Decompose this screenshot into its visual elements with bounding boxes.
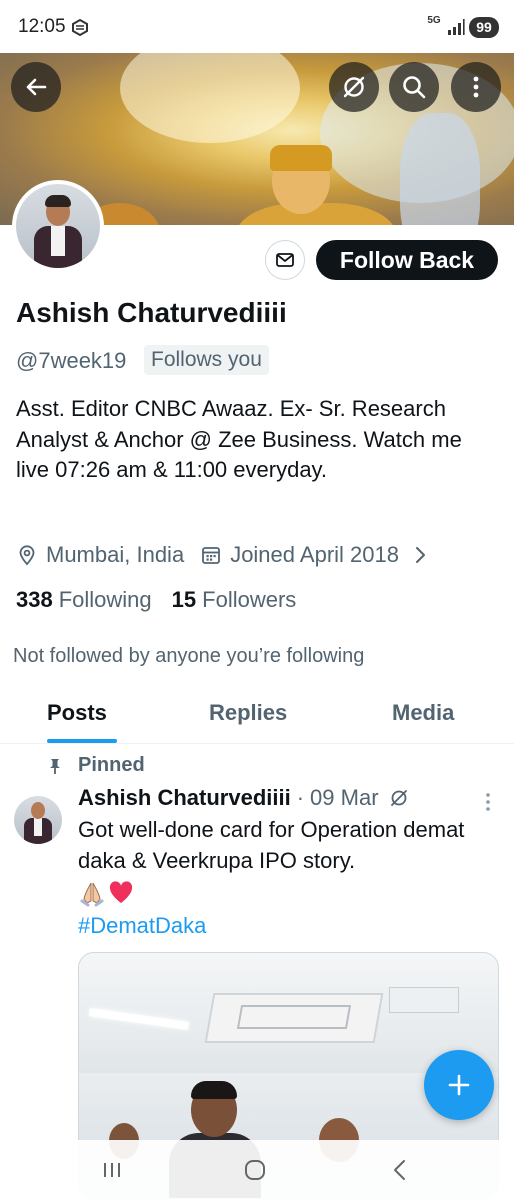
profile-avatar[interactable] [12,180,104,272]
post-hashtag[interactable]: #DematDaka [78,913,206,939]
avatar-image [16,184,100,268]
banner-art [120,53,300,143]
profile-handle: @7week19 [16,348,127,373]
tab-posts[interactable]: Posts [47,700,107,726]
profile-name: Ashish Chaturvediiii [16,297,287,328]
more-vertical-icon [473,76,479,98]
active-tab-indicator [47,739,117,743]
following-label: Following [58,587,152,612]
tab-replies[interactable]: Replies [209,700,287,726]
location-pin-icon [19,545,35,566]
search-button[interactable] [389,62,439,112]
post-separator: · [296,785,305,810]
compose-button[interactable] [424,1050,494,1120]
status-time: 12:05 [18,16,66,37]
pin-icon [50,758,60,774]
eye-off-icon [390,790,407,806]
profile-bio: Asst. Editor CNBC Awaaz. Ex- Sr. Researc… [16,396,462,482]
follow-back-button[interactable]: Follow Back [316,240,498,280]
post-emojis [78,879,134,907]
plus-icon [448,1074,470,1096]
chevron-right-icon[interactable] [409,544,431,566]
tab-media[interactable]: Media [392,700,454,726]
app-notification-icon [72,18,88,37]
following-count: 338 [16,587,53,612]
network-type: 5G [427,15,441,26]
post-date[interactable]: 09 Mar [310,785,378,811]
following-link[interactable]: 338 Following [16,587,152,613]
profile-tabs: Posts Replies Media [0,690,514,744]
signal-icon [448,19,465,35]
eye-off-icon [343,76,365,98]
status-bar: 12:05 5G 99 [0,0,514,56]
post-text: Got well-done card for Operation demat d… [78,817,465,873]
pinned-text: Pinned [78,754,145,776]
profile-joined: Joined April 2018 [230,542,399,567]
hide-button[interactable] [329,62,379,112]
post-author[interactable]: Ashish Chaturvediiii [78,785,291,811]
arrow-left-icon [26,78,47,96]
profile-location: Mumbai, India [46,542,185,567]
back-button[interactable] [11,62,61,112]
pinned-label: Pinned [46,754,145,777]
search-icon [403,76,426,99]
profile-meta: Mumbai, India Joined April 2018 [16,540,439,570]
system-nav-bar [0,1140,514,1199]
post-more-icon[interactable] [480,790,496,814]
banner-art [270,145,332,171]
follows-you-badge: Follows you [144,345,269,375]
message-button[interactable] [265,240,305,280]
banner-art [400,113,480,225]
battery-indicator: 99 [469,17,499,38]
mutual-followers-note: Not followed by anyone you’re following [13,645,365,667]
mail-icon [276,253,294,267]
recent-apps-icon[interactable] [98,1156,126,1184]
back-nav-icon[interactable] [386,1156,414,1184]
followers-link[interactable]: 15 Followers [172,587,297,613]
calendar-icon [202,547,221,564]
followers-label: Followers [202,587,297,612]
home-icon[interactable] [241,1156,269,1184]
post-header: Ashish Chaturvediiii · 09 Mar [78,785,409,811]
folded-hands-icon [80,882,104,907]
red-heart-icon [109,881,133,903]
followers-count: 15 [171,587,197,612]
post-avatar[interactable] [14,796,62,844]
more-options-button[interactable] [451,62,501,112]
follow-counts: 338 Following 15 Followers [16,587,296,613]
